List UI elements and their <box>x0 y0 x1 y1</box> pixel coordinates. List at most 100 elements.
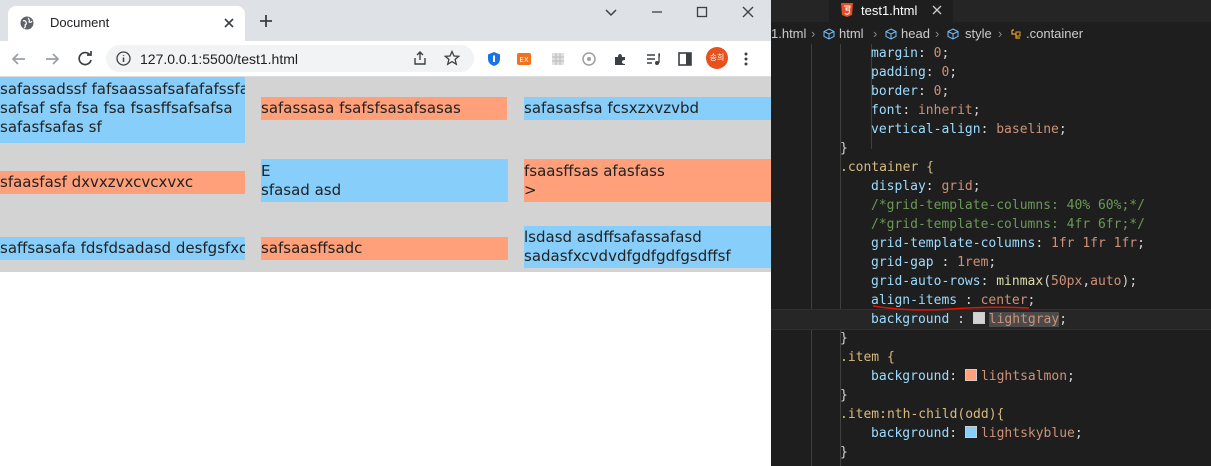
back-icon[interactable] <box>10 50 28 68</box>
line-text: .item:nth-child(odd){ <box>840 407 1005 422</box>
line-text: /*grid-template-columns: 40% 60%;*/ <box>871 198 1145 213</box>
code-line[interactable]: .item { <box>771 348 1211 367</box>
browser-window: Document 127.0.0.1:5500/test1.html EX 송희… <box>0 0 771 466</box>
side-panel-icon[interactable] <box>677 51 693 67</box>
url-text[interactable]: 127.0.0.1:5500/test1.html <box>140 51 298 67</box>
line-text: vertical-align: baseline; <box>871 122 1067 137</box>
item-line: sfasad asd <box>261 181 342 199</box>
share-icon[interactable] <box>412 50 428 66</box>
puzzle-extensions-icon[interactable] <box>612 51 628 67</box>
line-text: grid-auto-rows: minmax(50px,auto); <box>871 274 1138 289</box>
shield-extension-icon[interactable] <box>486 51 502 67</box>
color-swatch[interactable] <box>964 369 977 381</box>
bookmark-star-icon[interactable] <box>444 50 460 66</box>
cube-symbol-icon <box>947 28 959 40</box>
line-text: font: inherit; <box>871 103 981 118</box>
code-line[interactable]: border: 0; <box>771 82 1211 101</box>
code-line[interactable]: vertical-align: baseline; <box>771 120 1211 139</box>
refresh-extension-icon[interactable] <box>581 51 597 67</box>
browser-toolbar: 127.0.0.1:5500/test1.html EX <box>0 41 771 77</box>
address-bar[interactable]: 127.0.0.1:5500/test1.html <box>106 45 474 72</box>
code-line[interactable]: margin: 0; <box>771 44 1211 63</box>
item-line: sfaasfasf dxvxzvxcvcxvxc <box>0 173 194 191</box>
forward-icon[interactable] <box>43 50 61 68</box>
breadcrumb-item[interactable]: style <box>965 26 992 41</box>
chevron-right-icon: › <box>873 26 878 41</box>
more-menu-icon[interactable] <box>738 51 754 67</box>
line-text: padding: 0; <box>871 65 958 80</box>
code-line[interactable]: .container { <box>771 158 1211 177</box>
code-line[interactable]: } <box>771 329 1211 348</box>
grid-extension-icon[interactable] <box>550 51 566 67</box>
item-line: safsaf sfa fsa fsa fsasffsafsafsa <box>0 99 233 117</box>
code-line[interactable]: font: inherit; <box>771 101 1211 120</box>
grid-container: safassadssf fafsaassafsafafafssfa safsaf… <box>0 77 771 272</box>
code-line[interactable]: padding: 0; <box>771 63 1211 82</box>
breadcrumb: 1.html › html › head › style › .containe… <box>771 24 1211 44</box>
browser-tab[interactable]: Document <box>8 6 245 41</box>
avatar[interactable]: 송희 <box>706 47 728 69</box>
line-text: } <box>840 388 848 403</box>
close-tab-icon[interactable] <box>221 15 237 31</box>
code-line[interactable]: /*grid-template-columns: 40% 60%;*/ <box>771 196 1211 215</box>
item-line: saffsasafa fdsfdsadasd desfgsfxcx <box>0 239 245 257</box>
class-symbol-icon <box>1011 29 1021 39</box>
svg-text:EX: EX <box>519 56 528 64</box>
site-info-icon[interactable] <box>116 51 131 66</box>
minimize-icon[interactable] <box>647 4 667 20</box>
item-line: lsdasd asdffsafassafasd <box>524 228 702 246</box>
code-line[interactable]: display: grid; <box>771 177 1211 196</box>
grid-item-4: sfaasfasf dxvxzvxcvcxvxc <box>0 171 245 194</box>
code-area[interactable]: margin: 0; padding: 0; border: 0; font: … <box>771 44 1211 466</box>
chevron-right-icon: › <box>935 26 940 41</box>
code-line[interactable]: .item:nth-child(odd){ <box>771 405 1211 424</box>
code-editor: test1.html 1.html › html › head › style … <box>771 0 1211 466</box>
color-swatch[interactable] <box>964 426 977 438</box>
code-line[interactable]: background: lightsalmon; <box>771 367 1211 386</box>
maximize-icon[interactable] <box>692 4 712 20</box>
cube-symbol-icon <box>823 28 835 40</box>
editor-tab[interactable]: test1.html <box>829 0 953 22</box>
item-line: sadasfxcvdvdfgdfgdfgsdffsf <box>524 247 731 265</box>
code-line[interactable]: } <box>771 443 1211 462</box>
line-text: border: 0; <box>871 84 950 99</box>
media-controls-icon[interactable] <box>645 51 661 67</box>
editor-tab-label: test1.html <box>861 3 918 18</box>
item-line: fsaasffsas afasfass <box>524 162 665 180</box>
chevron-down-icon[interactable] <box>601 4 621 20</box>
breadcrumb-item[interactable]: .container <box>1026 26 1083 41</box>
line-text: background: lightskyblue; <box>871 426 1083 441</box>
new-tab-icon[interactable] <box>258 13 274 29</box>
line-text: background: lightsalmon; <box>871 369 1075 384</box>
item-line: safsaasffsadc <box>261 239 363 257</box>
reload-icon[interactable] <box>76 50 94 68</box>
breadcrumb-item[interactable]: 1.html <box>771 26 806 41</box>
code-line[interactable]: grid-gap : 1rem; <box>771 253 1211 272</box>
breadcrumb-item[interactable]: head <box>901 26 930 41</box>
globe-icon <box>20 16 34 30</box>
code-line[interactable]: grid-auto-rows: minmax(50px,auto); <box>771 272 1211 291</box>
chevron-right-icon: › <box>811 26 816 41</box>
code-line[interactable]: background: lightskyblue; <box>771 424 1211 443</box>
item-line: safasfsafas sf <box>0 118 102 136</box>
code-line[interactable]: } <box>771 139 1211 158</box>
chevron-right-icon: › <box>998 26 1003 41</box>
line-text: /*grid-template-columns: 4fr 6fr;*/ <box>871 217 1145 232</box>
code-line[interactable]: } <box>771 386 1211 405</box>
code-line[interactable]: /*grid-template-columns: 4fr 6fr;*/ <box>771 215 1211 234</box>
line-text: } <box>840 445 848 460</box>
color-swatch[interactable] <box>972 312 985 324</box>
close-window-icon[interactable] <box>738 4 758 20</box>
grid-item-5: E sfasad asd <box>261 159 508 202</box>
page-viewport: safassadssf fafsaassafsafafafssfa safsaf… <box>0 77 771 466</box>
grid-item-3: safasasfsa fcsxzxvzvbd <box>524 97 771 120</box>
breadcrumb-item[interactable]: html <box>839 26 864 41</box>
close-icon[interactable] <box>931 4 943 16</box>
code-line[interactable]: grid-template-columns: 1fr 1fr 1fr; <box>771 234 1211 253</box>
tab-title: Document <box>50 15 110 30</box>
item-line: safassasa fsafsfsasafsasas <box>261 99 461 117</box>
cube-symbol-icon <box>885 28 897 40</box>
ex-extension-icon[interactable]: EX <box>516 51 532 67</box>
item-line: > <box>524 181 537 199</box>
line-text: .item { <box>840 350 895 365</box>
